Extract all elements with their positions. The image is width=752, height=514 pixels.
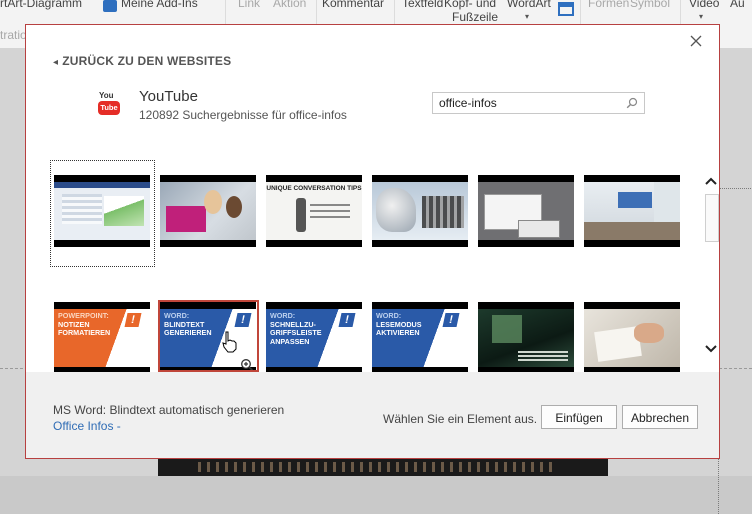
selected-video-title: MS Word: Blindtext automatisch generiere…: [53, 403, 285, 417]
window-icon: [558, 2, 574, 16]
slide-edge: [718, 188, 752, 514]
chevron-left-icon: ◂: [53, 57, 59, 68]
ribbon-audio[interactable]: Au: [730, 0, 745, 10]
video-thumb-1-6[interactable]: [584, 175, 680, 247]
person-head: [226, 196, 242, 218]
online-video-dialog: ◂ ZURÜCK ZU DEN WEBSITES You Tube YouTube…: [25, 24, 720, 459]
people-at-computer-icon: [160, 182, 256, 240]
video-thumb-1-5[interactable]: [478, 175, 574, 247]
scrollbar-thumb[interactable]: [705, 194, 719, 242]
drawn-figure: [296, 198, 306, 232]
video-thumb-2-3[interactable]: WORD: SCHNELLZU- GRIFFSLEISTE ANPASSEN !: [266, 302, 362, 374]
magenta-screen: [166, 206, 206, 232]
sub-window: [518, 220, 560, 238]
video-thumb-2-5[interactable]: [478, 302, 574, 374]
result-count: 120892 Suchergebnisse für office-infos: [139, 108, 347, 122]
search-icon[interactable]: [626, 97, 638, 109]
cancel-button[interactable]: Abbrechen: [622, 405, 698, 429]
blue-wall-art: [618, 192, 652, 208]
ribbon-comment[interactable]: Kommentar: [322, 0, 384, 10]
back-to-websites-link[interactable]: ◂ ZURÜCK ZU DEN WEBSITES: [53, 54, 231, 68]
ribbon-symbol[interactable]: Symbol: [630, 0, 670, 10]
powerpoint-tile: POWERPOINT: NOTIZEN FORMATIEREN !: [54, 309, 150, 367]
green-light: [492, 315, 522, 343]
video-thumb-2-1[interactable]: POWERPOINT: NOTIZEN FORMATIEREN !: [54, 302, 150, 374]
ribbon-shapes[interactable]: Formen: [588, 0, 629, 10]
video-thumb-1-3[interactable]: UNIQUE CONVERSATION TIPS: [266, 175, 362, 247]
chevron-down-icon: ▾: [525, 12, 530, 21]
tile-line: AKTIVIEREN: [376, 328, 420, 337]
tile-line: FORMATIEREN: [58, 328, 111, 337]
search-input[interactable]: [433, 93, 629, 113]
close-button[interactable]: [687, 32, 705, 50]
mac-desktop-icon: [372, 182, 468, 240]
office-desk: [584, 222, 680, 240]
ribbon-footer-label: Fußzeile: [452, 10, 499, 24]
software-window-icon: [478, 182, 574, 240]
video-thumb-2-4[interactable]: WORD: LESEMODUS AKTIVIEREN !: [372, 302, 468, 374]
video-thumb-2-6[interactable]: [584, 302, 680, 374]
ribbon-link[interactable]: Link: [238, 0, 260, 10]
scroll-up-button[interactable]: [704, 173, 718, 189]
word-tile: WORD: SCHNELLZU- GRIFFSLEISTE ANPASSEN !: [266, 309, 362, 367]
back-label: ZURÜCK ZU DEN WEBSITES: [62, 54, 232, 68]
hands-writing-photo-icon: [584, 309, 680, 367]
tile-line: ANPASSEN: [270, 336, 310, 346]
subtitle-lines: [518, 351, 568, 353]
desktop-icons: [422, 196, 464, 228]
window-light: [654, 182, 680, 222]
whiteboard-icon: UNIQUE CONVERSATION TIPS: [266, 182, 362, 240]
whiteboard-caption: UNIQUE CONVERSATION TIPS: [266, 185, 362, 192]
ribbon-header-footer[interactable]: Kopf- und: [444, 0, 496, 10]
scroll-down-button[interactable]: [704, 341, 718, 357]
search-field[interactable]: [432, 92, 645, 114]
video-thumb-1-4[interactable]: [372, 175, 468, 247]
insert-button[interactable]: Einfügen: [541, 405, 617, 429]
word-tile: WORD: LESEMODUS AKTIVIEREN !: [372, 309, 468, 367]
ribbon-wordart[interactable]: WordArt: [507, 0, 551, 10]
chevron-down-icon: ▾: [699, 12, 704, 21]
video-thumb-1-2[interactable]: [160, 175, 256, 247]
youtube-logo-icon: You Tube: [98, 91, 120, 116]
office-room-icon: [584, 182, 680, 240]
exclamation-icon: !: [124, 313, 142, 327]
dialog-footer: MS Word: Blindtext automatisch generiere…: [26, 372, 719, 458]
hover-frame: [158, 300, 259, 372]
source-title: YouTube: [139, 88, 198, 105]
hand: [634, 323, 664, 343]
chevron-up-icon: [705, 177, 717, 185]
slide-image: [158, 458, 608, 476]
person-head: [204, 190, 222, 214]
ribbon-diagram[interactable]: rtArt-Diagramm: [0, 0, 82, 10]
selection-hint: Wählen Sie ein Element aus.: [383, 412, 538, 426]
logo-bottom-text: Tube: [98, 101, 120, 115]
keyboard-focus-frame: [50, 160, 155, 267]
exclamation-icon: !: [338, 313, 356, 327]
snow-leopard: [376, 188, 416, 232]
close-icon: [690, 35, 702, 47]
store-icon: [103, 0, 117, 12]
drawn-lines: [310, 204, 350, 206]
ribbon-my-addins[interactable]: Meine Add-Ins: [121, 0, 198, 10]
chevron-down-icon: [705, 345, 717, 353]
dark-lab-photo-icon: [478, 309, 574, 367]
ribbon-textbox[interactable]: Textfeld: [402, 0, 443, 10]
ribbon-action[interactable]: Aktion: [273, 0, 306, 10]
selected-video-author-link[interactable]: Office Infos -: [53, 419, 121, 433]
exclamation-icon: !: [442, 313, 460, 327]
ribbon-illustrations-label: tratio: [0, 28, 27, 42]
ribbon-video[interactable]: Video: [689, 0, 719, 10]
logo-top-text: You: [99, 91, 114, 100]
